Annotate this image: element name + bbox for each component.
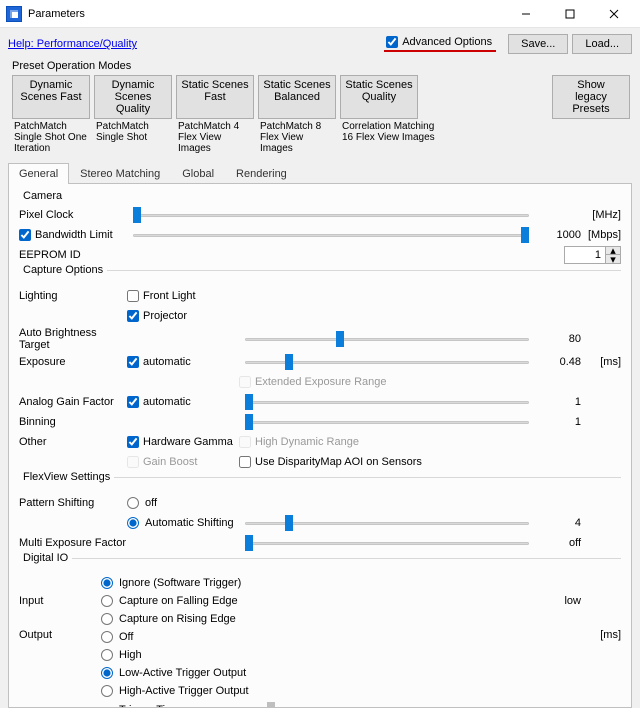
preset-sub: PatchMatch Single Shot One Iteration [12, 121, 90, 154]
section-camera: Camera [19, 190, 66, 202]
pixel-clock-label: Pixel Clock [19, 209, 127, 221]
auto-brightness-slider[interactable] [245, 332, 529, 346]
tab-general[interactable]: General [8, 163, 69, 184]
close-button[interactable] [592, 0, 636, 28]
input-ignore-radio[interactable]: Ignore (Software Trigger) [101, 575, 535, 591]
tab-rendering[interactable]: Rendering [225, 163, 298, 184]
output-off-radio[interactable]: Off [101, 629, 535, 645]
pixel-clock-slider[interactable] [133, 208, 529, 222]
save-button[interactable]: Save... [508, 34, 568, 54]
output-high-active-radio[interactable]: High-Active Trigger Output [101, 683, 535, 699]
tab-global[interactable]: Global [171, 163, 225, 184]
preset-dynamic-quality[interactable]: Dynamic Scenes Quality [94, 75, 172, 119]
input-rising-radio[interactable]: Capture on Rising Edge [101, 611, 535, 627]
minimize-button[interactable] [504, 0, 548, 28]
eeprom-spinner[interactable]: ▴▾ [564, 246, 621, 264]
preset-static-quality[interactable]: Static Scenes Quality [340, 75, 418, 119]
section-digitalio: Digital IO [19, 552, 72, 564]
advanced-options-checkbox[interactable]: Advanced Options [384, 36, 496, 52]
window-title: Parameters [28, 8, 504, 20]
analog-gain-slider[interactable] [245, 395, 529, 409]
preset-sub: PatchMatch 8 Flex View Images [258, 121, 336, 154]
preset-dynamic-fast[interactable]: Dynamic Scenes Fast [12, 75, 90, 119]
bandwidth-checkbox[interactable] [19, 229, 31, 241]
gain-boost-checkbox: Gain Boost [127, 456, 239, 468]
hardware-gamma-checkbox[interactable]: Hardware Gamma [127, 436, 239, 448]
app-icon [6, 6, 22, 22]
multi-exposure-slider[interactable] [245, 536, 529, 550]
tab-stereo-matching[interactable]: Stereo Matching [69, 163, 171, 184]
hdr-checkbox: High Dynamic Range [239, 436, 359, 448]
load-button[interactable]: Load... [572, 34, 632, 54]
output-high-radio[interactable]: High [101, 647, 535, 663]
exposure-slider[interactable] [245, 355, 529, 369]
chevron-down-icon[interactable]: ▾ [606, 255, 620, 263]
use-disparity-checkbox[interactable]: Use DisparityMap AOI on Sensors [239, 456, 422, 468]
auto-shifting-slider[interactable] [245, 516, 529, 530]
preset-sub: PatchMatch Single Shot [94, 121, 172, 154]
section-capture: Capture Options [19, 264, 107, 276]
presets-title: Preset Operation Modes [12, 60, 630, 72]
preset-sub: Correlation Matching 16 Flex View Images [340, 121, 440, 154]
bandwidth-slider[interactable] [133, 228, 529, 242]
help-link[interactable]: Help: Performance/Quality [8, 38, 384, 50]
input-falling-radio[interactable]: Capture on Falling Edge [101, 593, 535, 609]
maximize-button[interactable] [548, 0, 592, 28]
output-low-active-radio[interactable]: Low-Active Trigger Output [101, 665, 535, 681]
front-light-checkbox[interactable]: Front Light [127, 290, 239, 302]
extended-exposure-checkbox: Extended Exposure Range [239, 376, 386, 388]
exposure-auto-checkbox[interactable]: automatic [127, 356, 239, 368]
pattern-auto-radio[interactable]: Automatic Shifting [127, 517, 239, 529]
trigger-time-slider[interactable] [267, 703, 529, 708]
preset-static-fast[interactable]: Static Scenes Fast [176, 75, 254, 119]
pattern-off-radio[interactable]: off [127, 497, 239, 509]
legacy-presets-button[interactable]: Show legacy Presets [552, 75, 630, 119]
section-flexview: FlexView Settings [19, 471, 114, 483]
preset-sub: PatchMatch 4 Flex View Images [176, 121, 254, 154]
binning-slider[interactable] [245, 415, 529, 429]
preset-static-balanced[interactable]: Static Scenes Balanced [258, 75, 336, 119]
projector-checkbox[interactable]: Projector [127, 310, 239, 322]
analog-gain-auto-checkbox[interactable]: automatic [127, 396, 239, 408]
eeprom-label: EEPROM ID [19, 249, 127, 261]
